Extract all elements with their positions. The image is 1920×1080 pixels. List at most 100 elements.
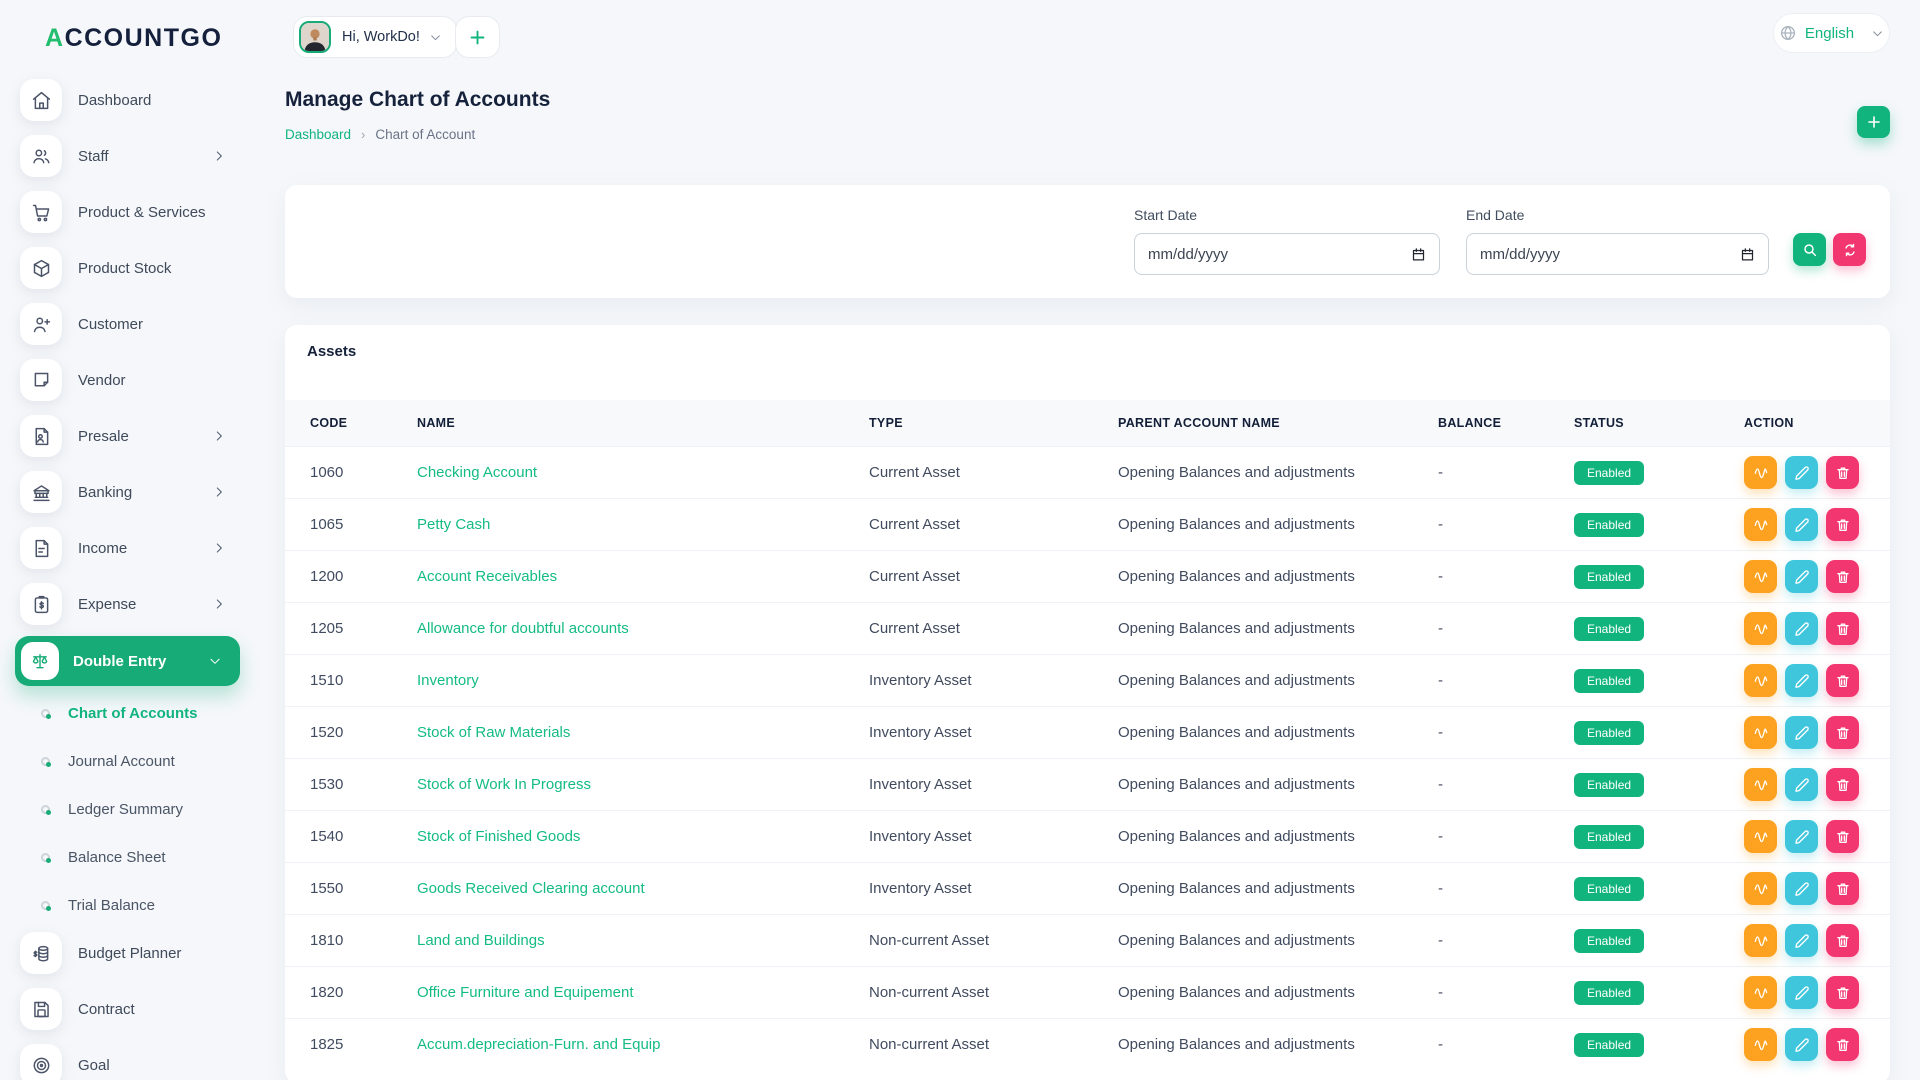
activity-button[interactable]: [1744, 456, 1777, 489]
breadcrumb-separator: ›: [361, 127, 366, 142]
status-badge: Enabled: [1574, 512, 1645, 537]
edit-button[interactable]: [1785, 924, 1818, 957]
table-row: 1540 Stock of Finished Goods Inventory Ass…: [285, 810, 1890, 862]
edit-button[interactable]: [1785, 664, 1818, 697]
table-row: 1200 Account Receivables Current Asset Open…: [285, 550, 1890, 602]
delete-button[interactable]: [1826, 768, 1859, 801]
sidebar-item-contract[interactable]: Contract: [0, 985, 270, 1033]
account-name-link[interactable]: Stock of Work In Progress: [417, 776, 591, 793]
edit-button[interactable]: [1785, 612, 1818, 645]
sidebar-item-staff[interactable]: Staff: [0, 132, 270, 180]
sidebar-item-presale[interactable]: Presale: [0, 412, 270, 460]
plus-icon: [1866, 114, 1882, 130]
delete-button[interactable]: [1826, 716, 1859, 749]
end-date-input[interactable]: mm/dd/yyyy: [1466, 233, 1769, 275]
activity-button[interactable]: [1744, 820, 1777, 853]
status-badge: Enabled: [1574, 564, 1645, 589]
assets-card: Assets CODE NAME TYPE PARENT ACCOUNT NAME BA…: [285, 325, 1890, 1080]
sidebar-item-income[interactable]: Income: [0, 524, 270, 572]
calendar-icon[interactable]: [1740, 247, 1755, 262]
bullet-icon: [41, 900, 51, 911]
sidebar-subitem-trial-balance[interactable]: Trial Balance: [0, 881, 270, 929]
account-name-link[interactable]: Accum.depreciation-Furn. and Equip: [417, 1036, 660, 1053]
activity-button[interactable]: [1744, 924, 1777, 957]
breadcrumb-dashboard-link[interactable]: Dashboard: [285, 127, 351, 142]
activity-button[interactable]: [1744, 768, 1777, 801]
account-name-link[interactable]: Office Furniture and Equipement: [417, 984, 634, 1001]
activity-button[interactable]: [1744, 976, 1777, 1009]
cell-code: 1810: [310, 932, 344, 949]
language-selector[interactable]: English: [1773, 13, 1890, 53]
sidebar-item-expense[interactable]: Expense: [0, 580, 270, 628]
column-header-type: TYPE: [869, 416, 903, 430]
edit-button[interactable]: [1785, 820, 1818, 853]
file-person-icon: [20, 415, 62, 457]
activity-button[interactable]: [1744, 664, 1777, 697]
edit-button[interactable]: [1785, 716, 1818, 749]
cell-type: Non-current Asset: [869, 1036, 990, 1053]
cell-actions: [1744, 664, 1890, 697]
account-name-link[interactable]: Stock of Finished Goods: [417, 828, 580, 845]
account-name-link[interactable]: Account Receivables: [417, 568, 557, 585]
delete-button[interactable]: [1826, 976, 1859, 1009]
sidebar-item-budget-planner[interactable]: Budget Planner: [0, 929, 270, 977]
sidebar-item-label: Dashboard: [78, 91, 152, 109]
edit-button[interactable]: [1785, 456, 1818, 489]
sidebar-item-dashboard[interactable]: Dashboard: [0, 76, 270, 124]
sidebar-subitem-chart-of-accounts[interactable]: Chart of Accounts: [0, 689, 270, 737]
cell-balance: -: [1438, 464, 1443, 481]
calendar-icon[interactable]: [1411, 247, 1426, 262]
edit-button[interactable]: [1785, 872, 1818, 905]
reset-button[interactable]: [1833, 233, 1866, 266]
search-button[interactable]: [1793, 233, 1826, 266]
sidebar-item-product-stock[interactable]: Product Stock: [0, 244, 270, 292]
delete-icon: [1835, 829, 1851, 845]
edit-button[interactable]: [1785, 768, 1818, 801]
edit-button[interactable]: [1785, 560, 1818, 593]
activity-button[interactable]: [1744, 508, 1777, 541]
edit-button[interactable]: [1785, 976, 1818, 1009]
sidebar-item-label: Goal: [78, 1056, 110, 1074]
bullet-icon: [41, 756, 51, 767]
cell-code: 1550: [310, 880, 344, 897]
search-icon: [1802, 242, 1818, 258]
sidebar-subitem-balance-sheet[interactable]: Balance Sheet: [0, 833, 270, 881]
delete-button[interactable]: [1826, 924, 1859, 957]
delete-button[interactable]: [1826, 820, 1859, 853]
sidebar-item-vendor[interactable]: Vendor: [0, 356, 270, 404]
sidebar-item-goal[interactable]: Goal: [0, 1041, 270, 1080]
delete-button[interactable]: [1826, 612, 1859, 645]
account-name-link[interactable]: Stock of Raw Materials: [417, 724, 570, 741]
workspace-add-button[interactable]: [455, 16, 500, 58]
add-account-button[interactable]: [1857, 106, 1890, 138]
delete-button[interactable]: [1826, 560, 1859, 593]
account-name-link[interactable]: Land and Buildings: [417, 932, 545, 949]
sidebar-subitem-ledger-summary[interactable]: Ledger Summary: [0, 785, 270, 833]
user-menu[interactable]: Hi, WorkDo!: [293, 16, 457, 58]
sidebar-item-double-entry[interactable]: Double Entry: [15, 636, 240, 686]
account-name-link[interactable]: Allowance for doubtful accounts: [417, 620, 629, 637]
breadcrumb: Dashboard › Chart of Account: [285, 127, 475, 142]
activity-button[interactable]: [1744, 1028, 1777, 1061]
account-name-link[interactable]: Petty Cash: [417, 516, 490, 533]
activity-button[interactable]: [1744, 612, 1777, 645]
sidebar-item-product-services[interactable]: Product & Services: [0, 188, 270, 236]
edit-button[interactable]: [1785, 1028, 1818, 1061]
delete-button[interactable]: [1826, 456, 1859, 489]
sidebar-subitem-journal-account[interactable]: Journal Account: [0, 737, 270, 785]
account-name-link[interactable]: Checking Account: [417, 464, 537, 481]
delete-button[interactable]: [1826, 664, 1859, 697]
delete-button[interactable]: [1826, 508, 1859, 541]
sidebar-item-customer[interactable]: Customer: [0, 300, 270, 348]
delete-button[interactable]: [1826, 872, 1859, 905]
edit-button[interactable]: [1785, 508, 1818, 541]
sidebar-item-banking[interactable]: Banking: [0, 468, 270, 516]
start-date-input[interactable]: mm/dd/yyyy: [1134, 233, 1440, 275]
activity-button[interactable]: [1744, 872, 1777, 905]
delete-button[interactable]: [1826, 1028, 1859, 1061]
activity-button[interactable]: [1744, 560, 1777, 593]
sidebar-item-label: Customer: [78, 315, 144, 333]
account-name-link[interactable]: Goods Received Clearing account: [417, 880, 645, 897]
activity-button[interactable]: [1744, 716, 1777, 749]
account-name-link[interactable]: Inventory: [417, 672, 479, 689]
